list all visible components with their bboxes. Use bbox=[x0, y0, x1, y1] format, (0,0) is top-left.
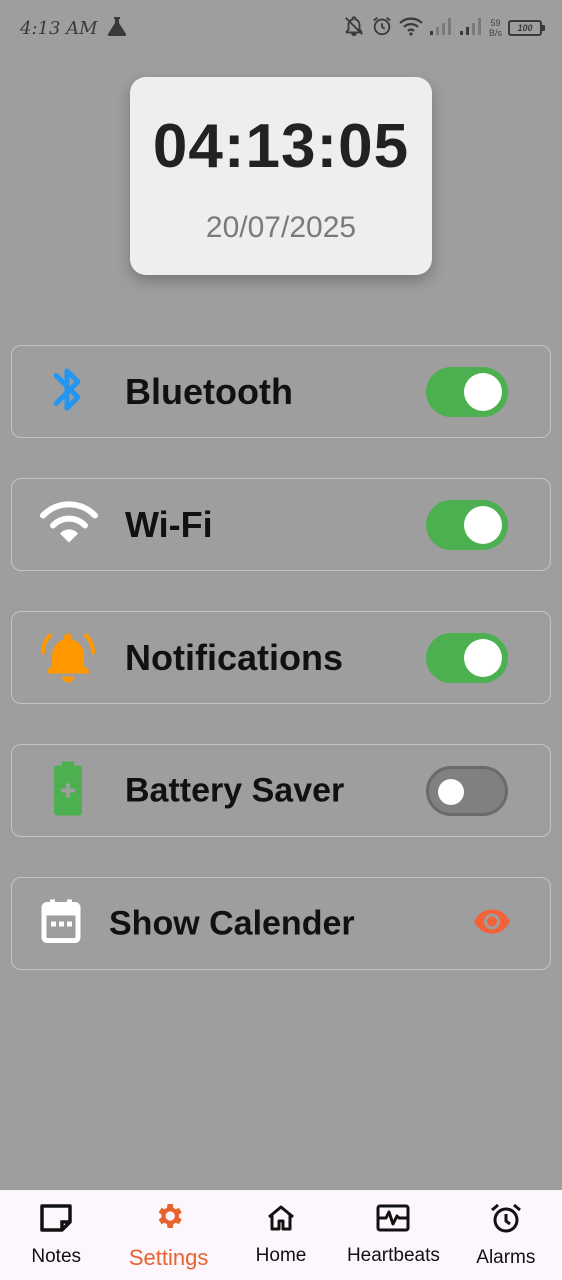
clock-time: 04:13:05 bbox=[152, 112, 410, 181]
setting-row-bluetooth: Bluetooth bbox=[11, 345, 551, 438]
status-left: 4:13 AM bbox=[20, 16, 128, 41]
notifications-toggle[interactable] bbox=[426, 632, 508, 683]
notifications-off-icon bbox=[343, 15, 365, 42]
bluetooth-toggle[interactable] bbox=[426, 366, 508, 417]
clock-date: 20/07/2025 bbox=[205, 211, 357, 244]
setting-label-bluetooth: Bluetooth bbox=[125, 370, 293, 412]
toggle-knob bbox=[464, 505, 502, 544]
signal-icon bbox=[429, 16, 453, 41]
status-right: 59 B/s 100 bbox=[343, 15, 545, 42]
network-speed-value: 59 bbox=[490, 18, 501, 28]
setting-label-notifications: Notifications bbox=[125, 636, 344, 678]
signal-icon bbox=[459, 16, 483, 41]
toggle-knob bbox=[464, 372, 502, 411]
nav-label-heartbeats: Heartbeats bbox=[346, 1244, 440, 1266]
note-icon bbox=[39, 1203, 73, 1238]
eye-icon[interactable] bbox=[472, 907, 512, 940]
alarm-icon bbox=[371, 15, 393, 42]
battery-indicator: 100 bbox=[508, 20, 545, 36]
nav-item-notes[interactable]: Notes bbox=[0, 1190, 112, 1280]
status-bar: 4:13 AM 59 B/s 100 bbox=[0, 0, 562, 56]
toggle-knob bbox=[438, 778, 464, 805]
wifi-toggle[interactable] bbox=[426, 499, 508, 550]
nav-label-home: Home bbox=[255, 1244, 307, 1266]
setting-label-battery-saver: Battery Saver bbox=[125, 771, 345, 809]
flask-icon bbox=[106, 16, 128, 41]
clock-card: 04:13:05 20/07/2025 bbox=[130, 77, 432, 275]
wifi-icon bbox=[399, 16, 423, 41]
calendar-icon bbox=[41, 899, 81, 948]
nav-item-settings[interactable]: Settings bbox=[112, 1190, 224, 1280]
nav-label-alarms: Alarms bbox=[476, 1246, 536, 1268]
setting-row-wifi: Wi-Fi bbox=[11, 478, 551, 571]
setting-label-wifi: Wi-Fi bbox=[125, 503, 213, 545]
home-icon bbox=[266, 1204, 296, 1237]
battery-saver-toggle[interactable] bbox=[426, 765, 508, 816]
heartbeat-icon bbox=[376, 1204, 410, 1237]
nav-label-settings: Settings bbox=[128, 1244, 209, 1270]
status-time: 4:13 AM bbox=[20, 17, 98, 39]
nav-item-heartbeats[interactable]: Heartbeats bbox=[337, 1190, 449, 1280]
nav-item-home[interactable]: Home bbox=[225, 1190, 337, 1280]
battery-charging-icon bbox=[53, 761, 83, 820]
nav-item-alarms[interactable]: Alarms bbox=[450, 1190, 562, 1280]
setting-row-notifications: Notifications bbox=[11, 611, 551, 704]
network-speed-unit: B/s bbox=[488, 28, 502, 38]
network-speed: 59 B/s bbox=[489, 18, 502, 38]
bell-ringing-icon bbox=[40, 627, 96, 688]
setting-label-show-calender: Show Calender bbox=[109, 904, 355, 942]
gear-icon bbox=[153, 1200, 185, 1237]
toggle-knob bbox=[464, 638, 502, 677]
wifi-icon bbox=[40, 500, 98, 549]
nav-label-notes: Notes bbox=[31, 1245, 82, 1267]
setting-row-show-calender: Show Calender bbox=[11, 877, 551, 970]
alarm-clock-icon bbox=[489, 1202, 523, 1239]
setting-row-battery-saver: Battery Saver bbox=[11, 744, 551, 837]
bluetooth-icon bbox=[48, 361, 86, 422]
bottom-navigation: Notes Settings Home Heartbeats Alarms bbox=[0, 1190, 562, 1280]
